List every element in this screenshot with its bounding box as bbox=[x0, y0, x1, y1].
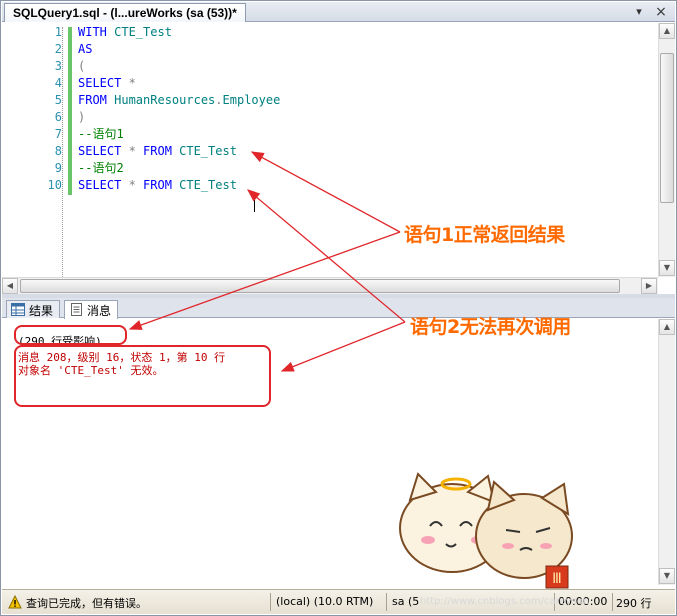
tab-messages[interactable]: 消息 bbox=[64, 300, 119, 319]
scroll-up-icon[interactable]: ▲ bbox=[659, 319, 675, 335]
divider bbox=[386, 593, 387, 611]
code-token: CTE_Test bbox=[114, 25, 172, 39]
code-line[interactable]: SELECT * FROM CTE_Test bbox=[78, 177, 237, 194]
code-token: CTE_Test bbox=[179, 178, 237, 192]
code-token: ) bbox=[78, 110, 86, 124]
code-line[interactable]: --语句1 bbox=[78, 126, 124, 143]
status-message: 查询已完成，但有错误。 bbox=[26, 597, 147, 610]
line-number: 10 bbox=[47, 178, 62, 192]
line-number: 3 bbox=[54, 59, 62, 73]
code-line[interactable]: FROM HumanResources.Employee bbox=[78, 92, 280, 109]
code-token: SELECT bbox=[78, 144, 129, 158]
blog-watermark: http://www.cnblogs.com/careyson bbox=[420, 596, 590, 607]
line-number-gutter: 1 2 3 4 5 6 7 8 9 10 bbox=[2, 23, 64, 277]
code-line[interactable]: WITH CTE_Test bbox=[78, 24, 172, 41]
scroll-down-icon[interactable]: ▼ bbox=[659, 568, 675, 584]
code-token: CTE_Test bbox=[179, 144, 237, 158]
code-token: AS bbox=[78, 42, 93, 56]
scroll-thumb[interactable] bbox=[20, 279, 620, 293]
line-number: 7 bbox=[54, 127, 62, 141]
code-token: ( bbox=[78, 59, 86, 73]
code-token: Employee bbox=[222, 93, 281, 107]
text-caret bbox=[254, 197, 255, 212]
tab-messages-label: 消息 bbox=[87, 304, 112, 318]
scroll-down-icon[interactable]: ▼ bbox=[659, 260, 675, 276]
line-number: 2 bbox=[54, 42, 62, 56]
annotation-note-1: 语句1正常返回结果 bbox=[404, 224, 565, 246]
line-number: 4 bbox=[54, 76, 62, 90]
divider bbox=[612, 593, 613, 611]
code-token: FROM bbox=[78, 93, 115, 107]
server-info: (local) (10.0 RTM) bbox=[276, 595, 374, 608]
line-number: 8 bbox=[54, 144, 62, 158]
tab-sqlquery1[interactable]: SQLQuery1.sql - (l...ureWorks (sa (53))* bbox=[4, 3, 246, 22]
code-token: HumanResources bbox=[114, 93, 216, 107]
messages-vertical-scrollbar[interactable]: ▲ ▼ bbox=[658, 319, 675, 585]
change-tracking-bar bbox=[68, 27, 72, 195]
results-tab-strip: 结果 消息 bbox=[2, 298, 675, 319]
scroll-left-icon[interactable]: ◀ bbox=[2, 278, 18, 294]
code-token: * bbox=[128, 76, 136, 90]
highlight-error-message bbox=[14, 345, 271, 407]
code-token: . bbox=[215, 93, 223, 107]
scroll-thumb[interactable] bbox=[660, 53, 674, 203]
code-line[interactable]: --语句2 bbox=[78, 160, 124, 177]
cartoon-cats-sticker: Ⅲ bbox=[399, 472, 573, 589]
code-token: --语句2 bbox=[78, 161, 124, 175]
grid-icon bbox=[11, 303, 25, 316]
close-icon[interactable]: × bbox=[654, 5, 668, 19]
svg-text:Ⅲ: Ⅲ bbox=[552, 571, 562, 587]
warning-icon bbox=[8, 595, 22, 609]
editor-horizontal-scrollbar[interactable]: ◀ ▶ bbox=[2, 277, 658, 294]
message-icon bbox=[71, 303, 82, 316]
line-number: 5 bbox=[54, 93, 62, 107]
line-number: 9 bbox=[54, 161, 62, 175]
code-token: SELECT bbox=[78, 76, 129, 90]
divider bbox=[270, 593, 271, 611]
document-tab-strip: SQLQuery1.sql - (l...ureWorks (sa (53))*… bbox=[2, 2, 675, 22]
outline-margin bbox=[62, 27, 63, 277]
row-count: 290 行 bbox=[616, 597, 652, 610]
scroll-up-icon[interactable]: ▲ bbox=[659, 23, 675, 39]
line-number: 1 bbox=[54, 25, 62, 39]
code-token: * bbox=[128, 144, 144, 158]
annotation-note-2: 语句2无法再次调用 bbox=[410, 316, 571, 338]
code-token: FROM bbox=[143, 178, 180, 192]
code-token: --语句1 bbox=[78, 127, 124, 141]
code-line[interactable]: SELECT * bbox=[78, 75, 136, 92]
code-token: FROM bbox=[143, 144, 180, 158]
code-line[interactable]: ) bbox=[78, 109, 85, 126]
code-line[interactable]: SELECT * FROM CTE_Test bbox=[78, 143, 237, 160]
line-number: 6 bbox=[54, 110, 62, 124]
tab-results[interactable]: 结果 bbox=[6, 300, 61, 318]
highlight-rows-affected bbox=[14, 325, 127, 345]
scroll-right-icon[interactable]: ▶ bbox=[641, 278, 657, 294]
tab-results-label: 结果 bbox=[29, 304, 54, 318]
code-line[interactable]: AS bbox=[78, 41, 92, 58]
code-token: * bbox=[128, 178, 144, 192]
code-line[interactable]: ( bbox=[78, 58, 85, 75]
code-token: SELECT bbox=[78, 178, 129, 192]
editor-vertical-scrollbar[interactable]: ▲ ▼ bbox=[658, 23, 675, 277]
tab-dropdown-icon[interactable]: ▾ bbox=[632, 5, 646, 19]
code-token: WITH bbox=[78, 25, 115, 39]
